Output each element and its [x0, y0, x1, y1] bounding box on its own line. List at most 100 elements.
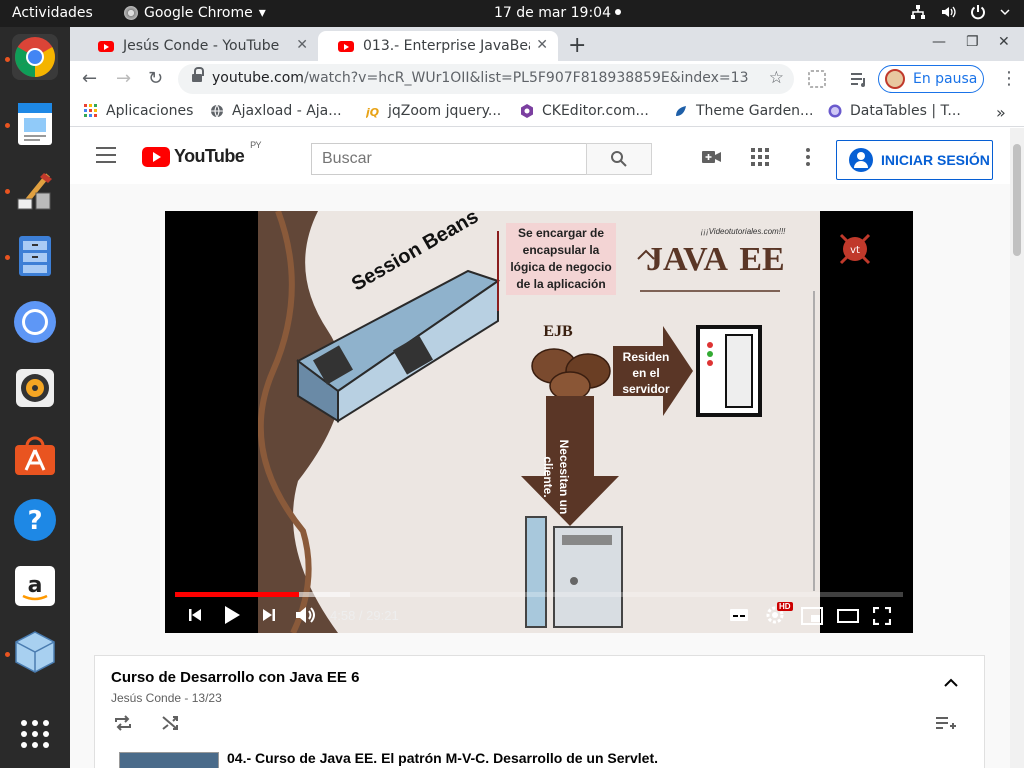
- network-icon: [911, 5, 925, 19]
- address-bar[interactable]: youtube.com/watch?v=hcR_WUr1OII&list=PL5…: [178, 64, 794, 94]
- chevron-down-icon: ▾: [258, 5, 266, 21]
- reload-icon[interactable]: ↻: [148, 68, 163, 89]
- back-arrow-icon[interactable]: ←: [82, 68, 97, 89]
- scrollbar-thumb[interactable]: [1013, 144, 1021, 256]
- system-status-area[interactable]: [910, 4, 1010, 20]
- volume-icon[interactable]: [295, 605, 317, 625]
- dock-audio-player[interactable]: [12, 365, 58, 411]
- close-tab-icon[interactable]: ✕: [530, 37, 548, 53]
- bookmark-ckeditor[interactable]: CKEditor.com...: [520, 103, 649, 119]
- playlist-item[interactable]: 04.- Curso de Java EE. El patrón M-V-C. …: [119, 748, 979, 768]
- jq-icon: jQ: [366, 106, 379, 118]
- browser-menu-icon[interactable]: ⋮: [1000, 68, 1018, 89]
- collapse-chevron-icon[interactable]: [943, 676, 959, 688]
- youtube-favicon-icon: [98, 40, 114, 52]
- hd-badge: HD: [777, 602, 793, 611]
- dock-help[interactable]: ?: [12, 497, 58, 543]
- power-icon: [971, 5, 985, 20]
- volume-icon: [942, 6, 956, 18]
- slide-server-text: Residen en el servidor: [622, 350, 670, 396]
- player-controls: 4:58 / 29:21 HD: [165, 599, 913, 633]
- dock-chrome[interactable]: [12, 34, 58, 80]
- add-to-queue-icon[interactable]: [935, 716, 957, 732]
- video-player[interactable]: Session Beans Se encargar de encapsular …: [165, 211, 913, 633]
- extension-icon[interactable]: [808, 70, 826, 88]
- loop-icon[interactable]: [113, 714, 133, 732]
- app-menu-label: Google Chrome: [144, 5, 253, 21]
- search-icon: [611, 151, 627, 167]
- url-text: youtube.com/watch?v=hcR_WUr1OII&list=PL5…: [212, 70, 748, 86]
- more-bookmarks-icon[interactable]: »: [996, 103, 1006, 122]
- ckeditor-icon: [521, 104, 533, 118]
- bookmark-star-icon[interactable]: ☆: [769, 68, 784, 88]
- bookmark-label: Ajaxload - Aja...: [232, 103, 342, 119]
- bookmarks-bar: Aplicaciones Ajaxload - Aja... jQ jqZoom…: [70, 97, 1024, 127]
- fullscreen-icon[interactable]: [873, 607, 891, 625]
- tab-title: Jesús Conde - YouTube: [123, 38, 280, 54]
- lock-icon: [192, 67, 204, 83]
- tab-jesus-conde[interactable]: Jesús Conde - YouTube ✕: [78, 31, 318, 61]
- restore-icon[interactable]: ❐: [966, 34, 979, 50]
- new-tab-icon[interactable]: +: [568, 33, 586, 58]
- dock-software-center[interactable]: [12, 431, 58, 477]
- miniplayer-icon[interactable]: [801, 607, 823, 625]
- clock[interactable]: 17 de mar 19:04: [494, 5, 621, 21]
- image-editor-icon: [17, 173, 52, 210]
- bookmark-datatables[interactable]: DataTables | T...: [828, 103, 961, 119]
- page-content: YouTube PY INICIAR SESIÓN: [70, 128, 1024, 768]
- running-indicator: [5, 189, 10, 194]
- document-viewer-icon: [18, 103, 52, 145]
- close-tab-icon[interactable]: ✕: [296, 37, 308, 53]
- globe-icon: [211, 104, 223, 118]
- create-video-icon[interactable]: [702, 148, 722, 166]
- progress-bar[interactable]: [175, 592, 903, 597]
- slide-encapsulate-text: Se encargar de encapsular la lógica de n…: [506, 223, 616, 295]
- minimize-icon[interactable]: —: [932, 34, 946, 50]
- dock-show-apps[interactable]: [12, 711, 58, 757]
- search-input[interactable]: [311, 143, 587, 175]
- bookmark-jqzoom[interactable]: jQ jqZoom jquery...: [366, 103, 501, 119]
- dock-virtualbox[interactable]: [12, 629, 58, 675]
- settings-more-icon[interactable]: [798, 148, 818, 166]
- search-button[interactable]: [586, 143, 652, 175]
- play-icon[interactable]: [223, 605, 241, 625]
- previous-icon[interactable]: [187, 607, 203, 623]
- playlist-title[interactable]: Curso de Desarrollo con Java EE 6: [111, 669, 359, 686]
- slide-ee-text: EE: [739, 241, 785, 278]
- bookmark-ajaxload[interactable]: Ajaxload - Aja...: [210, 103, 342, 119]
- slide-java-text: JAVA: [646, 241, 728, 278]
- time-display: 4:58 / 29:21: [330, 608, 399, 623]
- profile-status: En pausa: [913, 71, 978, 87]
- bookmark-theme-garden[interactable]: Theme Garden...: [674, 103, 813, 119]
- forward-arrow-icon[interactable]: →: [116, 68, 131, 89]
- dock-document-viewer[interactable]: [12, 101, 58, 147]
- dock-image-editor[interactable]: [12, 167, 58, 213]
- menu-icon[interactable]: [96, 147, 116, 163]
- activities-button[interactable]: Actividades: [12, 5, 93, 21]
- apps-icon[interactable]: [750, 148, 770, 166]
- media-queue-icon[interactable]: [850, 70, 868, 88]
- channel-watermark-icon[interactable]: vt: [835, 229, 875, 269]
- system-top-bar: Actividades Google Chrome ▾ 17 de mar 19…: [0, 0, 1024, 27]
- profile-button[interactable]: En pausa: [878, 65, 984, 93]
- shuffle-icon[interactable]: [161, 714, 181, 732]
- page-scrollbar[interactable]: [1010, 128, 1024, 768]
- playlist-author[interactable]: Jesús Conde: [111, 691, 181, 705]
- subtitles-icon[interactable]: [729, 607, 749, 623]
- youtube-favicon-icon: [338, 40, 354, 52]
- bookmark-apps[interactable]: Aplicaciones: [84, 103, 193, 119]
- close-window-icon[interactable]: ✕: [998, 34, 1010, 50]
- dock-file-manager[interactable]: [12, 233, 58, 279]
- tab-enterprise-javabean[interactable]: 013.- Enterprise JavaBean ✕: [318, 31, 558, 61]
- signin-button[interactable]: INICIAR SESIÓN: [836, 140, 993, 180]
- avatar: [885, 69, 905, 89]
- app-menu[interactable]: Google Chrome ▾: [124, 5, 266, 21]
- theater-mode-icon[interactable]: [837, 607, 859, 625]
- dock-amazon[interactable]: a: [12, 563, 58, 609]
- dock-chromium[interactable]: [12, 299, 58, 345]
- signin-label: INICIAR SESIÓN: [881, 152, 990, 168]
- youtube-wordmark: YouTube: [174, 146, 245, 166]
- file-manager-icon: [19, 236, 51, 276]
- next-icon[interactable]: [261, 607, 277, 623]
- youtube-logo[interactable]: YouTube PY: [142, 140, 262, 167]
